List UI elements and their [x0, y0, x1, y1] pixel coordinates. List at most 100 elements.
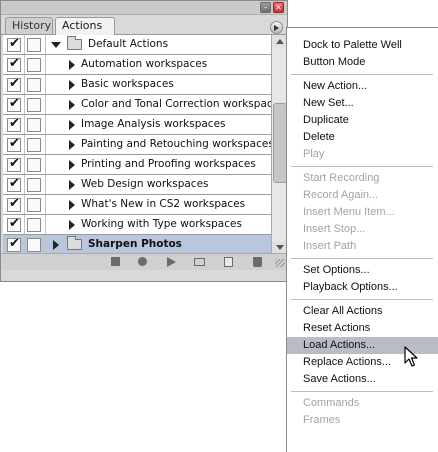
checkmark-icon: ✔	[9, 76, 20, 91]
collapsed-triangle-icon[interactable]	[69, 80, 75, 90]
minimize-icon: –	[263, 3, 268, 12]
row-label: Working with Type workspaces	[81, 218, 242, 230]
collapsed-triangle-icon[interactable]	[69, 200, 75, 210]
action-row[interactable]: ✔ Printing and Proofing workspaces	[3, 155, 271, 175]
column-divider	[24, 115, 25, 134]
close-icon: ✕	[275, 3, 282, 12]
toggle-dialog-checkbox[interactable]	[27, 138, 41, 152]
menu-item-reset-actions[interactable]: Reset Actions	[287, 320, 438, 337]
row-label: Painting and Retouching workspaces	[81, 138, 274, 150]
toggle-item-checkbox[interactable]: ✔	[7, 216, 21, 232]
toggle-item-checkbox[interactable]: ✔	[7, 236, 21, 252]
menu-item-record-again: Record Again...	[303, 189, 379, 201]
collapsed-triangle-icon[interactable]	[53, 240, 59, 250]
toggle-dialog-checkbox[interactable]	[27, 238, 41, 252]
action-set-row[interactable]: ✔ Default Actions	[3, 35, 271, 55]
vertical-scrollbar[interactable]	[271, 35, 287, 253]
scroll-down-arrow[interactable]	[272, 241, 287, 253]
collapsed-triangle-icon[interactable]	[69, 100, 75, 110]
menu-item-save-actions[interactable]: Save Actions...	[287, 371, 438, 388]
column-divider	[45, 35, 46, 54]
toggle-dialog-checkbox[interactable]	[27, 158, 41, 172]
minimize-button[interactable]: –	[260, 2, 271, 13]
record-icon[interactable]	[138, 257, 147, 266]
action-row[interactable]: ✔ Basic workspaces	[3, 75, 271, 95]
toggle-item-checkbox[interactable]: ✔	[7, 96, 21, 112]
collapsed-triangle-icon[interactable]	[69, 180, 75, 190]
menu-item-set-options[interactable]: Set Options...	[287, 262, 438, 279]
toggle-dialog-checkbox[interactable]	[27, 58, 41, 72]
resize-grip-icon[interactable]	[275, 259, 285, 267]
toggle-item-checkbox[interactable]: ✔	[7, 176, 21, 192]
checkmark-icon: ✔	[9, 236, 20, 251]
scroll-thumb[interactable]	[273, 103, 287, 183]
toggle-dialog-checkbox[interactable]	[27, 78, 41, 92]
palette-menu-button[interactable]	[270, 21, 283, 34]
trash-icon[interactable]	[253, 257, 262, 267]
row-label: Automation workspaces	[81, 58, 208, 70]
menu-item-insert-menu-item: Insert Menu Item...	[303, 206, 395, 218]
toggle-item-checkbox[interactable]: ✔	[7, 36, 21, 52]
menu-item-play: Play	[303, 148, 325, 160]
action-row[interactable]: ✔ Working with Type workspaces	[3, 215, 271, 235]
toggle-item-checkbox[interactable]: ✔	[7, 136, 21, 152]
toggle-item-checkbox[interactable]: ✔	[7, 116, 21, 132]
menu-item-dock-to-palette-well[interactable]: Dock to Palette Well	[287, 37, 438, 54]
collapsed-triangle-icon[interactable]	[69, 120, 75, 130]
scroll-up-arrow[interactable]	[272, 35, 287, 47]
toggle-item-checkbox[interactable]: ✔	[7, 156, 21, 172]
toggle-dialog-checkbox[interactable]	[27, 198, 41, 212]
column-divider	[24, 215, 25, 234]
action-row[interactable]: ✔ Web Design workspaces	[3, 175, 271, 195]
action-row[interactable]: ✔ Image Analysis workspaces	[3, 115, 271, 135]
column-divider	[45, 55, 46, 74]
column-divider	[24, 175, 25, 194]
expanded-triangle-icon[interactable]	[51, 42, 61, 48]
palette-flyout-menu: Dock to Palette Well Button Mode New Actio…	[286, 27, 438, 452]
checkmark-icon: ✔	[9, 96, 20, 111]
palette-title-bar[interactable]: – ✕	[1, 1, 287, 15]
action-row[interactable]: ✔ Painting and Retouching workspaces	[3, 135, 274, 155]
collapsed-triangle-icon[interactable]	[69, 220, 75, 230]
row-label: Web Design workspaces	[81, 178, 209, 190]
menu-item-duplicate[interactable]: Duplicate	[287, 112, 438, 129]
toggle-dialog-checkbox[interactable]	[27, 38, 41, 52]
collapsed-triangle-icon[interactable]	[69, 140, 75, 150]
action-row[interactable]: ✔ Automation workspaces	[3, 55, 271, 75]
stop-icon[interactable]	[111, 257, 120, 266]
column-divider	[24, 235, 25, 254]
toggle-dialog-checkbox[interactable]	[27, 118, 41, 132]
menu-item-new-action[interactable]: New Action...	[287, 78, 438, 95]
row-label: Default Actions	[88, 38, 169, 50]
tab-history[interactable]: History	[5, 17, 53, 34]
collapsed-triangle-icon[interactable]	[69, 160, 75, 170]
action-row[interactable]: ✔ Color and Tonal Correction workspaces	[3, 95, 285, 115]
tab-actions[interactable]: Actions	[55, 17, 115, 35]
column-divider	[24, 155, 25, 174]
checkmark-icon: ✔	[9, 156, 20, 171]
toggle-dialog-checkbox[interactable]	[27, 98, 41, 112]
toggle-dialog-checkbox[interactable]	[27, 218, 41, 232]
actions-list[interactable]: ✔ Default Actions ✔ Automation workspaces ✔ B…	[3, 35, 285, 255]
row-label: Image Analysis workspaces	[81, 118, 226, 130]
menu-item-new-set[interactable]: New Set...	[287, 95, 438, 112]
close-button[interactable]: ✕	[273, 2, 284, 13]
menu-item-delete[interactable]: Delete	[287, 129, 438, 146]
toggle-item-checkbox[interactable]: ✔	[7, 56, 21, 72]
toggle-item-checkbox[interactable]: ✔	[7, 76, 21, 92]
checkmark-icon: ✔	[9, 56, 20, 71]
menu-item-button-mode[interactable]: Button Mode	[287, 54, 438, 71]
toggle-dialog-checkbox[interactable]	[27, 178, 41, 192]
column-divider	[45, 95, 46, 114]
play-icon[interactable]	[167, 257, 176, 267]
toggle-item-checkbox[interactable]: ✔	[7, 196, 21, 212]
column-divider	[45, 195, 46, 214]
menu-item-clear-all-actions[interactable]: Clear All Actions	[287, 303, 438, 320]
checkmark-icon: ✔	[9, 136, 20, 151]
menu-item-playback-options[interactable]: Playback Options...	[287, 279, 438, 296]
collapsed-triangle-icon[interactable]	[69, 60, 75, 70]
new-action-icon[interactable]	[224, 257, 233, 267]
action-row[interactable]: ✔ What's New in CS2 workspaces	[3, 195, 271, 215]
action-set-row[interactable]: ✔ Sharpen Photos	[3, 235, 271, 255]
new-set-icon[interactable]	[194, 258, 205, 266]
